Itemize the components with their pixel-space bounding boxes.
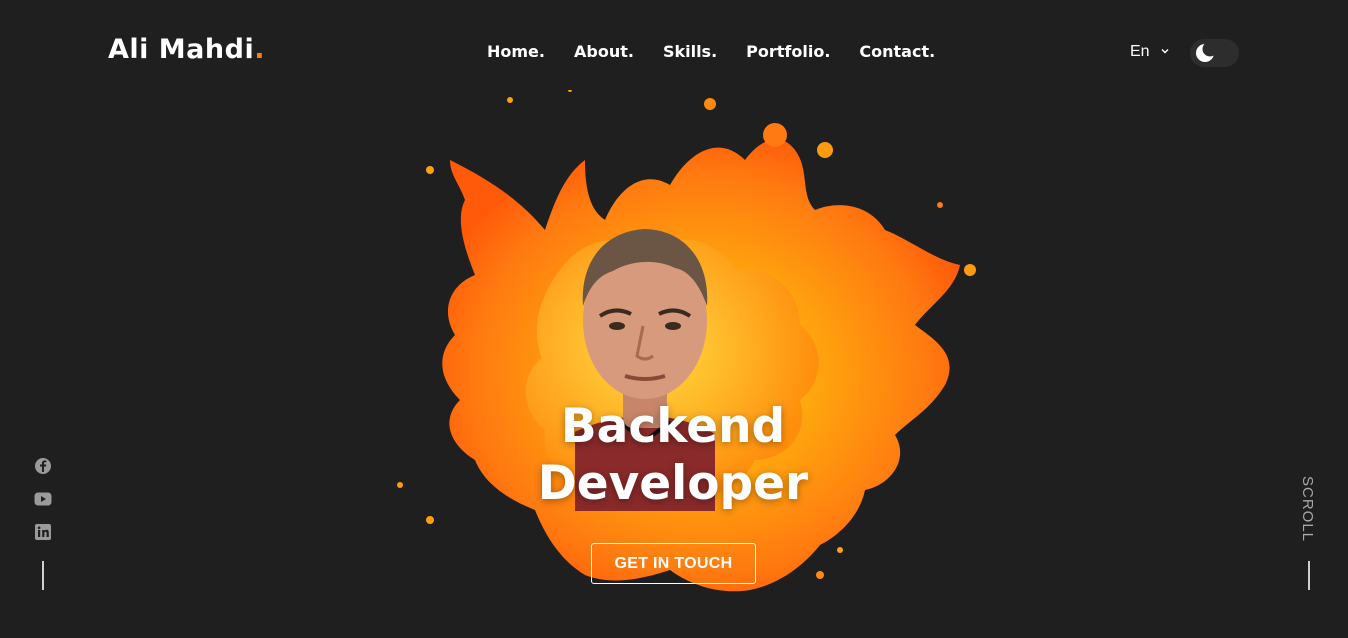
linkedin-icon <box>34 523 52 541</box>
youtube-icon <box>34 490 52 508</box>
logo-text: Ali Mahdi <box>108 34 255 65</box>
main-nav: Home. About. Skills. Portfolio. Contact. <box>487 42 935 61</box>
facebook-icon <box>34 457 52 475</box>
moon-icon <box>1193 41 1218 65</box>
site-logo[interactable]: Ali Mahdi. <box>108 34 265 65</box>
scroll-indicator-line <box>1308 561 1310 590</box>
nav-portfolio[interactable]: Portfolio. <box>746 42 830 61</box>
nav-skills[interactable]: Skills. <box>663 42 717 61</box>
scroll-indicator-label: SCROLL <box>1299 476 1316 543</box>
chevron-down-icon <box>1160 43 1170 61</box>
facebook-link[interactable] <box>34 457 52 475</box>
get-in-touch-button[interactable]: GET IN TOUCH <box>591 543 756 584</box>
youtube-link[interactable] <box>34 490 52 508</box>
nav-contact[interactable]: Contact. <box>859 42 935 61</box>
hero-title-line2: Developer <box>537 456 809 511</box>
logo-dot: . <box>254 34 265 65</box>
language-select[interactable]: En <box>1130 43 1170 61</box>
nav-home[interactable]: Home. <box>487 42 545 61</box>
nav-about[interactable]: About. <box>574 42 634 61</box>
theme-toggle[interactable] <box>1190 39 1239 67</box>
social-divider-line <box>42 561 44 590</box>
hero-title-line1: Backend <box>560 399 786 454</box>
linkedin-link[interactable] <box>34 523 52 541</box>
hero-title: Backend Developer <box>473 398 873 512</box>
language-value: En <box>1130 43 1150 60</box>
